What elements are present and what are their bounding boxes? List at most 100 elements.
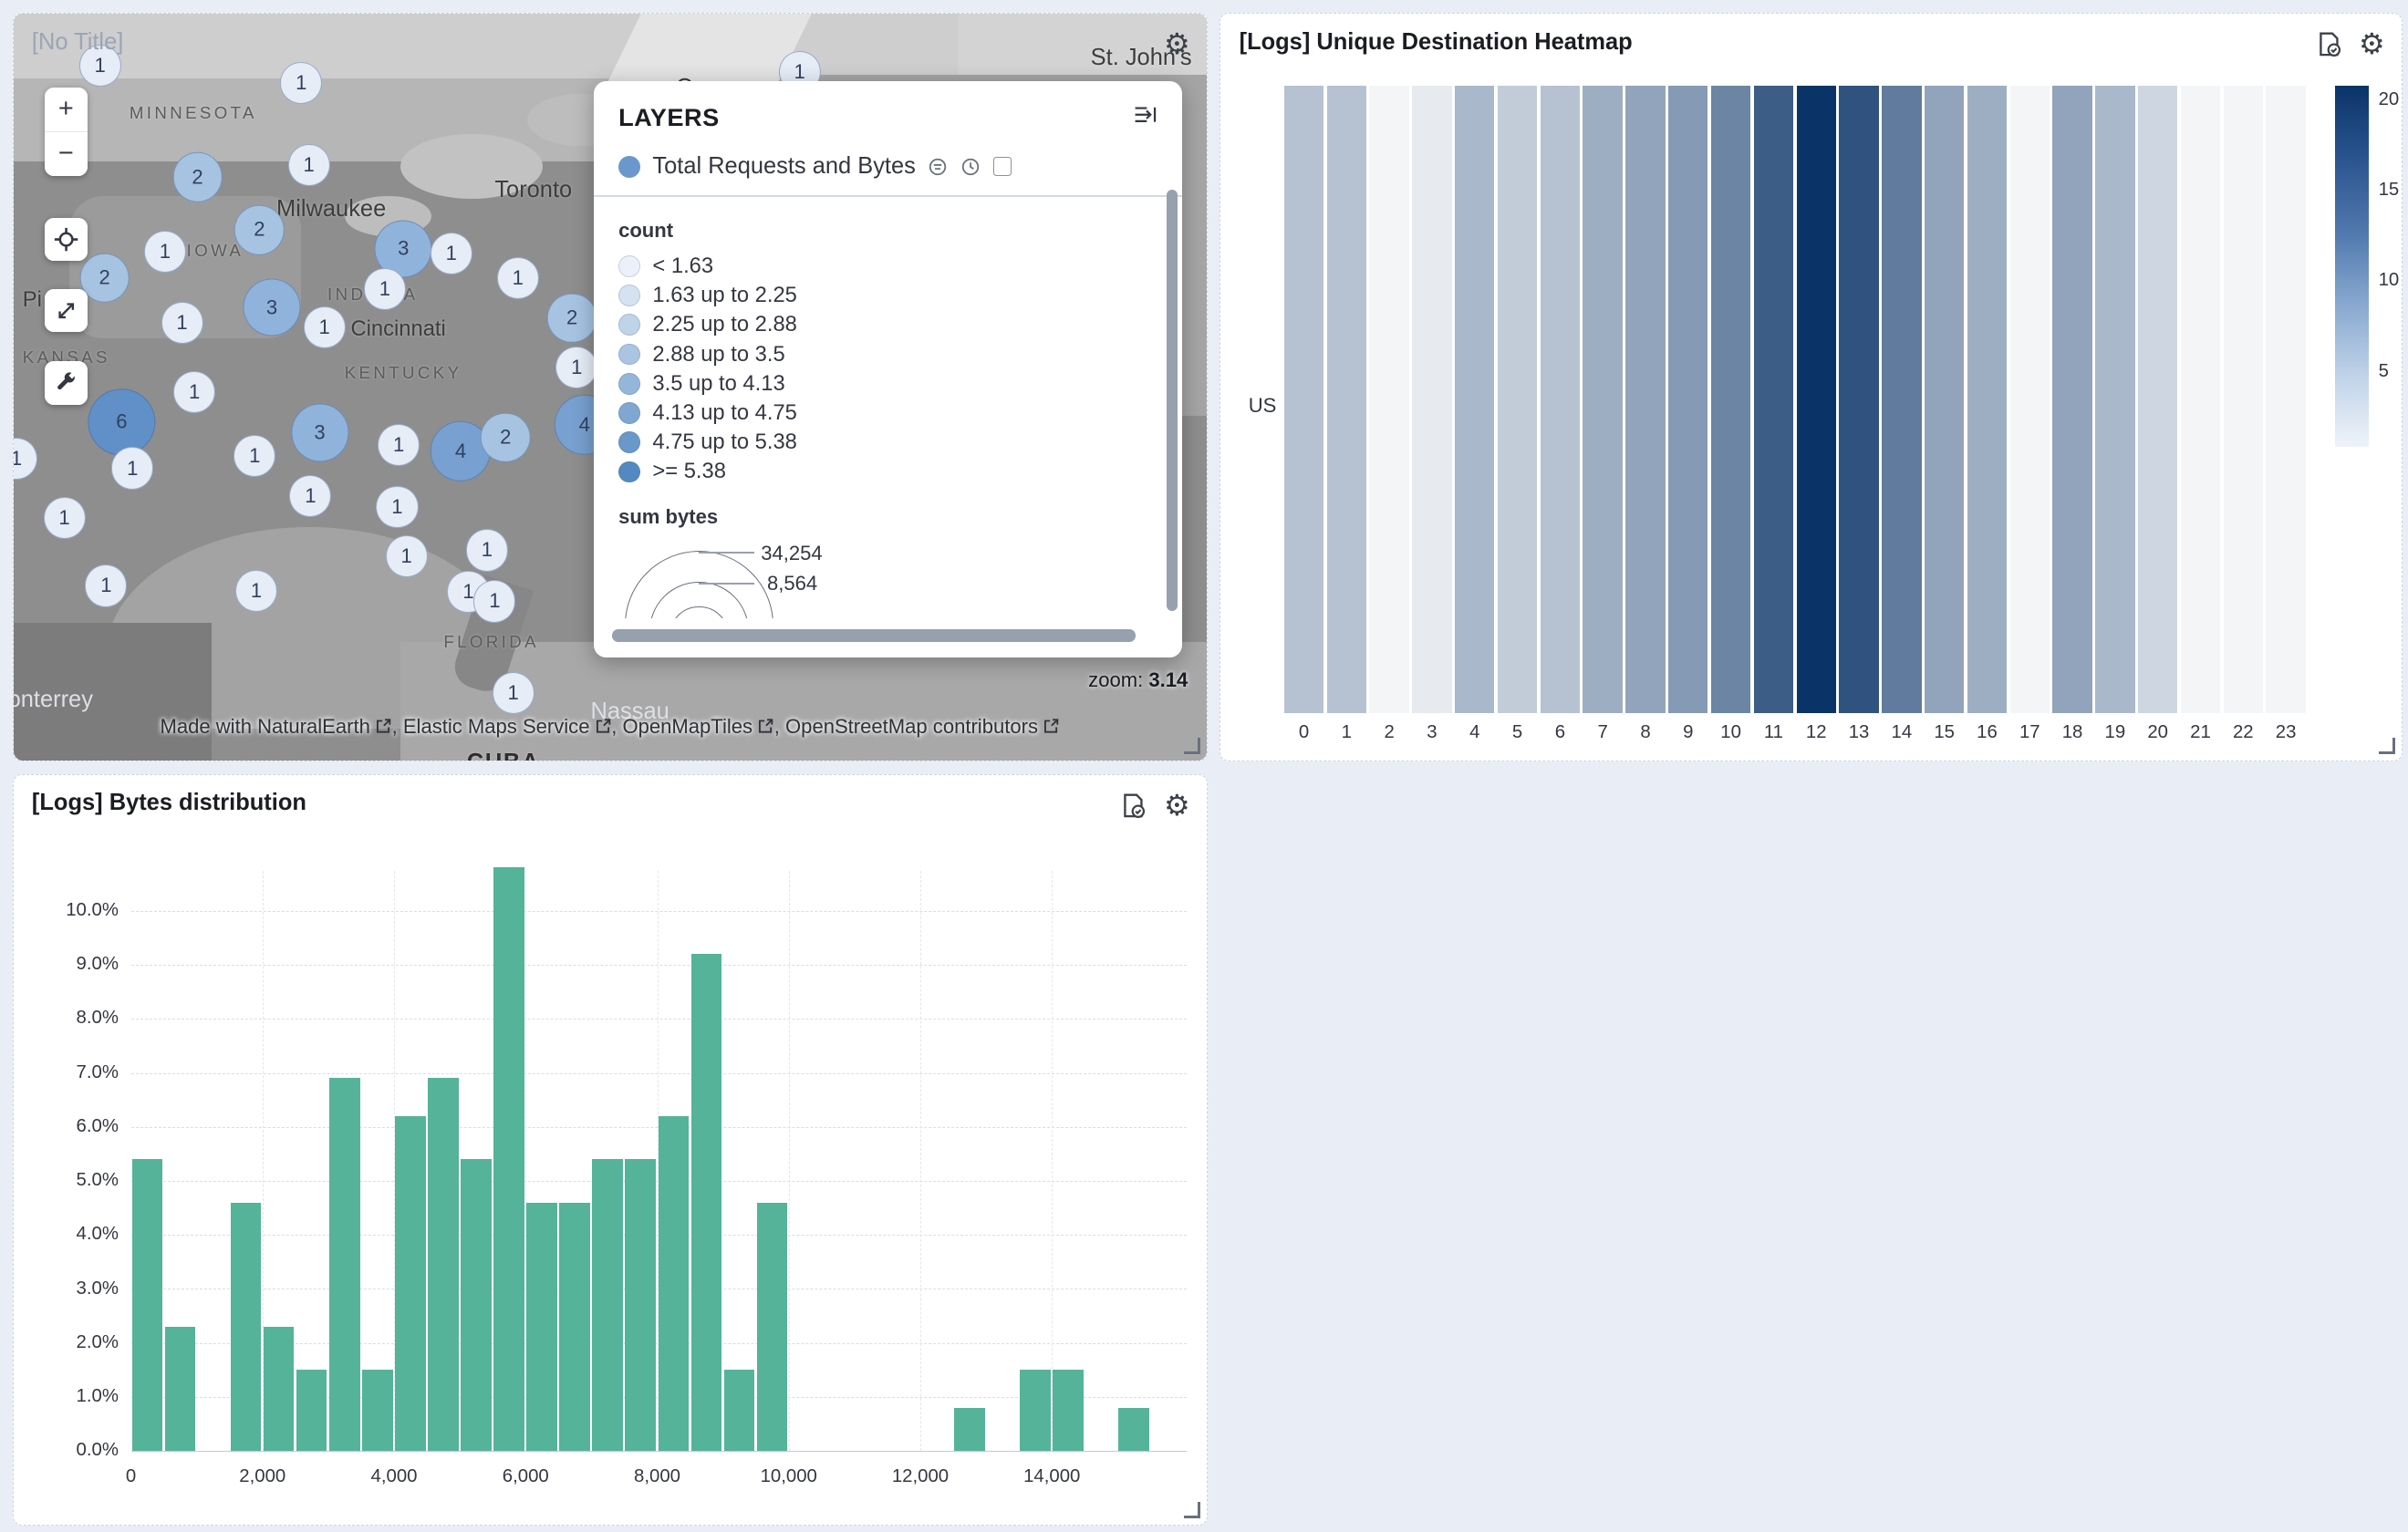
- resize-handle[interactable]: [2379, 738, 2395, 754]
- histogram-bar[interactable]: [954, 1408, 985, 1451]
- histogram-bar[interactable]: [231, 1203, 262, 1451]
- cluster-marker[interactable]: 1: [376, 486, 418, 528]
- heatmap-cell[interactable]: [1925, 86, 1964, 712]
- histogram-bar[interactable]: [659, 1116, 690, 1451]
- heatmap-cell[interactable]: [2052, 86, 2091, 712]
- cluster-marker[interactable]: 1: [364, 268, 406, 310]
- panel-settings-button[interactable]: ⚙: [1157, 24, 1197, 64]
- heatmap-cell[interactable]: [2138, 86, 2177, 712]
- histogram-bar[interactable]: [592, 1159, 623, 1451]
- histogram-bar[interactable]: [264, 1327, 295, 1451]
- cluster-marker[interactable]: 1: [44, 497, 86, 539]
- cluster-marker[interactable]: 1: [289, 475, 331, 517]
- heatmap-cell[interactable]: [1412, 86, 1451, 712]
- cluster-marker[interactable]: 1: [493, 671, 535, 713]
- cluster-marker[interactable]: 1: [288, 144, 330, 186]
- cluster-marker[interactable]: 1: [497, 257, 539, 299]
- zoom-in-button[interactable]: +: [45, 88, 88, 131]
- horizontal-scrollbar[interactable]: [612, 629, 1136, 642]
- zoom-out-button[interactable]: −: [45, 132, 88, 176]
- cluster-marker[interactable]: 1: [378, 424, 420, 466]
- attribution-link[interactable]: OpenMapTiles: [622, 715, 773, 738]
- cluster-marker[interactable]: 1: [234, 435, 275, 477]
- resize-handle[interactable]: [1184, 1502, 1200, 1518]
- cluster-marker[interactable]: 2: [234, 205, 285, 255]
- cluster-marker[interactable]: 1: [466, 529, 508, 571]
- heatmap-cell[interactable]: [2095, 86, 2134, 712]
- attribution-link[interactable]: Made with NaturalEarth: [160, 715, 391, 738]
- heatmap-cell[interactable]: [1754, 86, 1793, 712]
- collapse-layers-button[interactable]: [1131, 100, 1160, 135]
- heatmap-cell[interactable]: [1583, 86, 1622, 712]
- heatmap-cell[interactable]: [1327, 86, 1366, 712]
- attribution-link[interactable]: Elastic Maps Service: [403, 715, 611, 738]
- histogram-bar[interactable]: [296, 1370, 327, 1451]
- histogram-bar[interactable]: [362, 1370, 393, 1451]
- histogram-bar[interactable]: [526, 1203, 557, 1451]
- cluster-marker[interactable]: 1: [280, 62, 322, 104]
- cluster-marker[interactable]: 1: [304, 306, 346, 348]
- histogram-bar[interactable]: [329, 1078, 360, 1451]
- heatmap-cell[interactable]: [1711, 86, 1750, 712]
- library-badge-button[interactable]: [2309, 24, 2349, 64]
- histogram-bar[interactable]: [1053, 1370, 1084, 1451]
- heatmap-cell[interactable]: [1369, 86, 1408, 712]
- panel-settings-button[interactable]: ⚙: [1157, 785, 1197, 825]
- heatmap-cell[interactable]: [2010, 86, 2050, 712]
- histogram-bar[interactable]: [461, 1159, 492, 1451]
- cluster-marker[interactable]: 6: [88, 388, 155, 455]
- cluster-marker[interactable]: 2: [172, 152, 223, 202]
- heatmap-cell[interactable]: [1797, 86, 1836, 712]
- cluster-marker[interactable]: 1: [235, 569, 277, 611]
- panel-settings-button[interactable]: ⚙: [2351, 24, 2392, 64]
- vertical-scrollbar[interactable]: [1167, 190, 1178, 611]
- expand-button[interactable]: [45, 289, 88, 333]
- heatmap-cell[interactable]: [1967, 86, 2007, 712]
- histogram-bar[interactable]: [132, 1159, 163, 1451]
- cluster-marker[interactable]: 3: [291, 404, 348, 461]
- histogram-bar[interactable]: [691, 954, 722, 1451]
- cluster-marker[interactable]: 1: [85, 564, 127, 606]
- histogram-bar[interactable]: [1118, 1408, 1149, 1451]
- histogram-bar[interactable]: [395, 1116, 426, 1451]
- heatmap-cell[interactable]: [1625, 86, 1665, 712]
- cluster-marker[interactable]: 1: [473, 580, 515, 622]
- cluster-marker[interactable]: 1: [386, 535, 428, 577]
- cluster-marker[interactable]: 1: [431, 233, 472, 274]
- histogram-bar[interactable]: [493, 867, 524, 1451]
- cluster-marker[interactable]: 1: [161, 302, 202, 344]
- histogram-bar[interactable]: [1020, 1370, 1051, 1451]
- cluster-marker[interactable]: 1: [555, 347, 597, 388]
- heatmap-cell[interactable]: [1882, 86, 1921, 712]
- heatmap-cell[interactable]: [1455, 86, 1494, 712]
- cluster-marker[interactable]: 1: [14, 438, 37, 480]
- heatmap-cell[interactable]: [2181, 86, 2220, 712]
- histogram-bar[interactable]: [428, 1078, 459, 1451]
- tools-button[interactable]: [45, 361, 88, 405]
- histogram-bar[interactable]: [165, 1327, 196, 1451]
- histogram-bar[interactable]: [625, 1159, 656, 1451]
- cluster-marker[interactable]: 1: [111, 447, 153, 489]
- heatmap-cell[interactable]: [2224, 86, 2263, 712]
- cluster-marker[interactable]: 2: [547, 294, 597, 344]
- histogram-bar[interactable]: [757, 1203, 788, 1451]
- cluster-marker[interactable]: 3: [243, 278, 300, 336]
- layer-row[interactable]: Total Requests and Bytes: [594, 144, 1182, 195]
- heatmap-cell[interactable]: [1541, 86, 1580, 712]
- heatmap-cell[interactable]: [1839, 86, 1878, 712]
- heatmap-cell[interactable]: [2266, 86, 2305, 712]
- histogram-bar[interactable]: [724, 1370, 755, 1451]
- histogram-bar[interactable]: [559, 1203, 590, 1451]
- fit-to-data-button[interactable]: [45, 218, 88, 262]
- resize-handle[interactable]: [1184, 738, 1200, 754]
- heatmap-cell[interactable]: [1284, 86, 1323, 712]
- cluster-marker[interactable]: 1: [144, 231, 186, 273]
- cluster-marker[interactable]: 2: [481, 412, 531, 462]
- map-canvas[interactable]: MINNESOTAMilwaukeeTorontoIOWAINDIANACinc…: [14, 14, 1207, 761]
- library-badge-button[interactable]: [1114, 785, 1154, 825]
- cluster-marker[interactable]: 1: [173, 371, 215, 413]
- layer-checkbox[interactable]: [993, 157, 1012, 176]
- attribution-link[interactable]: OpenStreetMap contributors: [785, 715, 1060, 738]
- heatmap-cell[interactable]: [1668, 86, 1707, 712]
- heatmap-cell[interactable]: [1498, 86, 1537, 712]
